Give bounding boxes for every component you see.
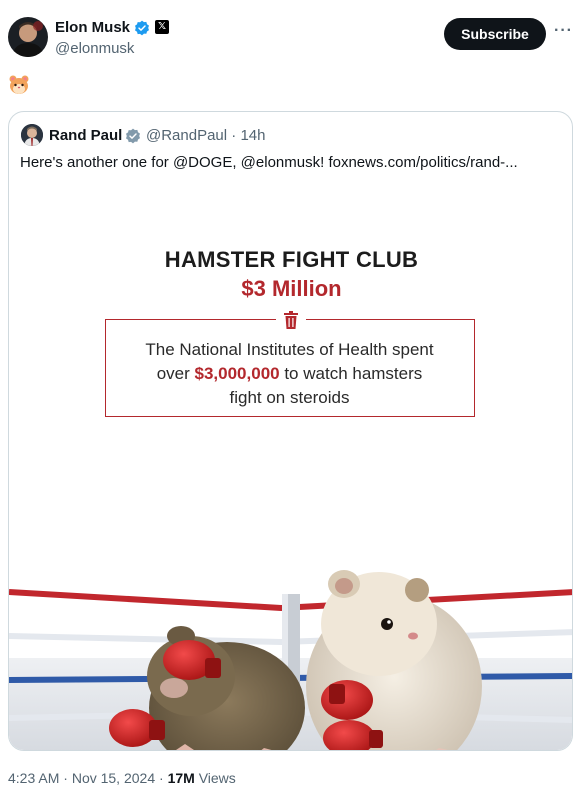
info-line-2-pre: over (156, 364, 195, 383)
post-footer: 4:23 AM · Nov 15, 2024 · 17M Views (8, 770, 236, 786)
boxing-ring-illustration (9, 570, 572, 750)
views-label: Views (198, 770, 236, 786)
info-amount: $3,000,000 (194, 364, 280, 383)
verified-badge-icon (134, 20, 150, 36)
x-logo-icon: 𝕏 (155, 20, 169, 34)
media-amount: $3 Million (241, 276, 342, 301)
post-date[interactable]: Nov 15, 2024 (72, 770, 155, 786)
quoted-post-media[interactable]: HAMSTER FIGHT CLUB $3 Million The Nation… (9, 178, 572, 750)
more-icon[interactable]: ··· (554, 22, 573, 40)
info-line-2: over $3,000,000 to watch hamsters (106, 362, 473, 386)
info-line-3: fight on steroids (229, 388, 350, 407)
hamster-emoji: 🐹 (8, 74, 30, 96)
quoted-post-card[interactable]: Rand Paul @RandPaul · 14h Here's another… (8, 111, 573, 751)
info-line-1: The National Institutes of Health spent (145, 340, 434, 359)
quoted-author-handle[interactable]: @RandPaul (146, 127, 227, 144)
quoted-handle-row: @RandPaul · 14h (146, 127, 265, 144)
trash-icon-wrap (276, 308, 306, 332)
media-info-box: The National Institutes of Health spent … (105, 308, 475, 417)
views-count: 17M (167, 770, 195, 786)
quoted-author-name[interactable]: Rand Paul (49, 127, 122, 144)
info-line-2-post: to watch hamsters (279, 364, 423, 383)
author-handle[interactable]: @elonmusk (55, 40, 134, 57)
separator: · (231, 127, 237, 144)
quoted-post-text: Here's another one for @DOGE, @elonmusk!… (20, 154, 518, 171)
author-avatar[interactable] (8, 17, 48, 57)
quoted-author-avatar[interactable] (21, 124, 43, 146)
media-headline: HAMSTER FIGHT CLUB (164, 247, 419, 272)
separator: · (63, 770, 68, 786)
author-name[interactable]: Elon Musk (55, 19, 130, 36)
verified-badge-icon (125, 128, 141, 144)
media-info-text: The National Institutes of Health spent … (106, 338, 473, 410)
quoted-post-age[interactable]: 14h (240, 127, 265, 144)
trash-icon (284, 311, 298, 329)
separator: · (159, 770, 164, 786)
subscribe-button[interactable]: Subscribe (444, 18, 546, 50)
post-time[interactable]: 4:23 AM (8, 770, 59, 786)
